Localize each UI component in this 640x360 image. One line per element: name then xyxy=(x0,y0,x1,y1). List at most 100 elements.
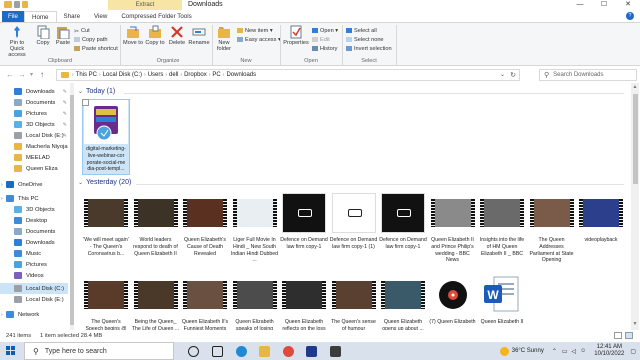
history-button[interactable]: History xyxy=(312,45,337,52)
sidebar-item-pictures[interactable]: Pictures ✎ xyxy=(0,108,68,119)
edge-browser-icon[interactable] xyxy=(236,346,247,357)
expand-chevron-icon[interactable]: › xyxy=(1,196,3,202)
minimize-button[interactable]: — xyxy=(568,0,592,10)
move-to-button[interactable]: Move to xyxy=(123,25,143,46)
file-item[interactable]: Queen Elizabeth's Cause of Death Reveale… xyxy=(181,191,229,257)
file-item[interactable]: Defence on Demand law firm copy-1 xyxy=(280,191,328,251)
file-item[interactable]: Queen Elizabeth speaks of losing Prince … xyxy=(231,273,279,330)
navigation-pane-scroll-thumb[interactable] xyxy=(70,95,74,325)
volume-icon[interactable]: ◁ xyxy=(572,348,577,355)
expand-chevron-icon[interactable]: › xyxy=(1,312,3,318)
select-all-button[interactable]: Select all xyxy=(346,27,377,34)
tray-chevron-icon[interactable]: ⌃ xyxy=(552,348,557,355)
tab-home[interactable]: Home xyxy=(23,11,57,22)
maximize-button[interactable]: ☐ xyxy=(592,0,616,10)
breadcrumb-pc[interactable]: PC xyxy=(212,72,220,78)
sidebar-item-queen-eliza[interactable]: Queen Eliza xyxy=(0,163,68,174)
properties-icon[interactable] xyxy=(14,1,20,8)
sidebar-item-3d-objects[interactable]: 3D Objects ✎ xyxy=(0,119,68,130)
sidebar-item-videos[interactable]: Videos xyxy=(0,270,68,281)
file-item[interactable]: Queen Elizabeth II's Funniest Moments ..… xyxy=(181,273,229,330)
copy-to-button[interactable]: Copy to xyxy=(145,25,165,46)
tab-view[interactable]: View xyxy=(87,11,114,22)
sidebar-item-pictures[interactable]: Pictures xyxy=(0,259,68,270)
file-item[interactable]: The Queen Addresses Parliament at State … xyxy=(528,191,576,264)
sidebar-item-downloads[interactable]: Downloads xyxy=(0,237,68,248)
sidebar-item-documents[interactable]: Documents xyxy=(0,226,68,237)
file-item[interactable]: 'We will meet again' - The Queen's Coron… xyxy=(82,191,130,257)
group-header-today[interactable]: ⌄ Today (1) xyxy=(78,88,115,95)
group-header-yesterday[interactable]: ⌄ Yesterday (20) xyxy=(78,179,131,186)
refresh-icon[interactable]: ↻ xyxy=(510,70,516,81)
breadcrumb-downloads[interactable]: Downloads xyxy=(226,72,256,78)
expand-chevron-icon[interactable]: › xyxy=(1,182,3,188)
language-icon[interactable]: ☺ xyxy=(580,348,586,354)
paste-button[interactable]: Paste xyxy=(54,25,72,46)
copy-path-button[interactable]: Copy path xyxy=(74,36,108,43)
network-icon[interactable]: ▭ xyxy=(562,348,568,355)
new-folder-button[interactable]: New folder xyxy=(214,25,234,52)
file-item[interactable]: (7) Queen Elizabeth xyxy=(429,273,477,326)
sidebar-item-local-disk-e[interactable]: Local Disk (E:) ✎ xyxy=(0,130,68,141)
properties-button[interactable]: Properties xyxy=(283,25,309,46)
file-item[interactable]: videoplayback xyxy=(577,191,625,244)
file-item[interactable]: Queen Elizabeth II and Prince Philip's w… xyxy=(429,191,477,264)
notifications-icon[interactable]: ▢ xyxy=(630,348,636,355)
new-item-button[interactable]: New item ▾ xyxy=(237,27,273,34)
sidebar-item-meelad[interactable]: MEELAD xyxy=(0,152,68,163)
help-icon[interactable]: ? xyxy=(626,12,634,20)
sidebar-item-downloads[interactable]: Downloads ✎ xyxy=(0,86,68,97)
contextual-tab-extract[interactable]: Extract xyxy=(108,0,182,10)
back-arrow-icon[interactable]: ← xyxy=(6,70,14,79)
file-explorer-icon[interactable] xyxy=(259,346,270,357)
taskbar-search-box[interactable]: ⚲ Type here to search xyxy=(24,342,174,360)
folder-icon[interactable] xyxy=(4,1,12,8)
breadcrumb-this-pc[interactable]: This PC xyxy=(76,72,97,78)
tab-file[interactable]: File xyxy=(2,11,24,22)
breadcrumb-users[interactable]: Users xyxy=(148,72,164,78)
file-item[interactable]: digital-marketing-live-webinar-cor porat… xyxy=(82,99,130,175)
chrome-browser-icon[interactable] xyxy=(283,346,294,357)
pin-to-quick-access-button[interactable]: Pin to Quick access xyxy=(2,25,32,58)
details-view-icon[interactable] xyxy=(614,332,622,339)
sidebar-item-local-disk-c[interactable]: Local Disk (C:) xyxy=(0,283,68,294)
sidebar-item-this-pc[interactable]: › This PC xyxy=(0,193,68,204)
tab-compressed-folder-tools[interactable]: Compressed Folder Tools xyxy=(114,11,198,22)
search-box[interactable]: ⚲ Search Downloads xyxy=(539,69,637,81)
windows-start-icon[interactable] xyxy=(6,346,16,356)
easy-access-button[interactable]: Easy access ▾ xyxy=(237,36,281,43)
delete-button[interactable]: Delete xyxy=(167,25,187,46)
file-item[interactable]: Queen Elizabeth reflects on the loss of … xyxy=(280,273,328,330)
sidebar-item-onedrive[interactable]: › OneDrive xyxy=(0,179,68,190)
file-item[interactable]: Insights into the life of HM Queen Eliza… xyxy=(478,191,526,257)
scroll-up-icon[interactable]: ▲ xyxy=(631,84,639,92)
copy-button[interactable]: Copy xyxy=(34,25,52,46)
cut-button[interactable]: ✂ Cut xyxy=(74,27,90,36)
file-item[interactable]: W Queen Elizabeth II xyxy=(478,273,526,326)
scroll-down-icon[interactable]: ▼ xyxy=(631,321,639,329)
up-arrow-icon[interactable]: ↑ xyxy=(40,70,44,79)
invert-selection-button[interactable]: Invert selection xyxy=(346,45,392,52)
open-button[interactable]: Open ▾ xyxy=(312,27,338,34)
media-player-icon[interactable] xyxy=(306,346,317,357)
large-icons-view-icon[interactable] xyxy=(625,332,633,339)
file-item[interactable]: The Queen's sense of humour remembered .… xyxy=(330,273,378,330)
file-list-scroll-thumb[interactable] xyxy=(633,94,638,184)
recent-locations-icon[interactable]: ▾ xyxy=(30,71,33,78)
app-icon[interactable] xyxy=(330,346,341,357)
file-item[interactable]: World leaders respond to death of Queen … xyxy=(132,191,180,257)
address-bar[interactable]: › This PC › Local Disk (C:) › Users › de… xyxy=(56,69,520,81)
task-view-icon[interactable] xyxy=(212,346,223,357)
forward-arrow-icon[interactable]: → xyxy=(18,70,26,79)
file-item[interactable]: Liger Full Movie In Hindi _ New South In… xyxy=(231,191,279,264)
close-button[interactable]: ✕ xyxy=(616,0,640,10)
sidebar-item-macherla-niyoja[interactable]: Macherla Niyoja xyxy=(0,141,68,152)
cortana-icon[interactable] xyxy=(188,346,199,357)
weather-text[interactable]: 36°C Sunny xyxy=(512,348,544,354)
breadcrumb-local-disk-c[interactable]: Local Disk (C:) xyxy=(103,72,142,78)
file-item[interactable]: Defence on Demand law firm copy-1 xyxy=(379,191,427,251)
sidebar-item-local-disk-e[interactable]: Local Disk (E:) xyxy=(0,294,68,305)
breadcrumb-dell[interactable]: dell xyxy=(169,72,178,78)
select-none-button[interactable]: Select none xyxy=(346,36,384,43)
edit-button[interactable]: Edit xyxy=(312,36,330,43)
